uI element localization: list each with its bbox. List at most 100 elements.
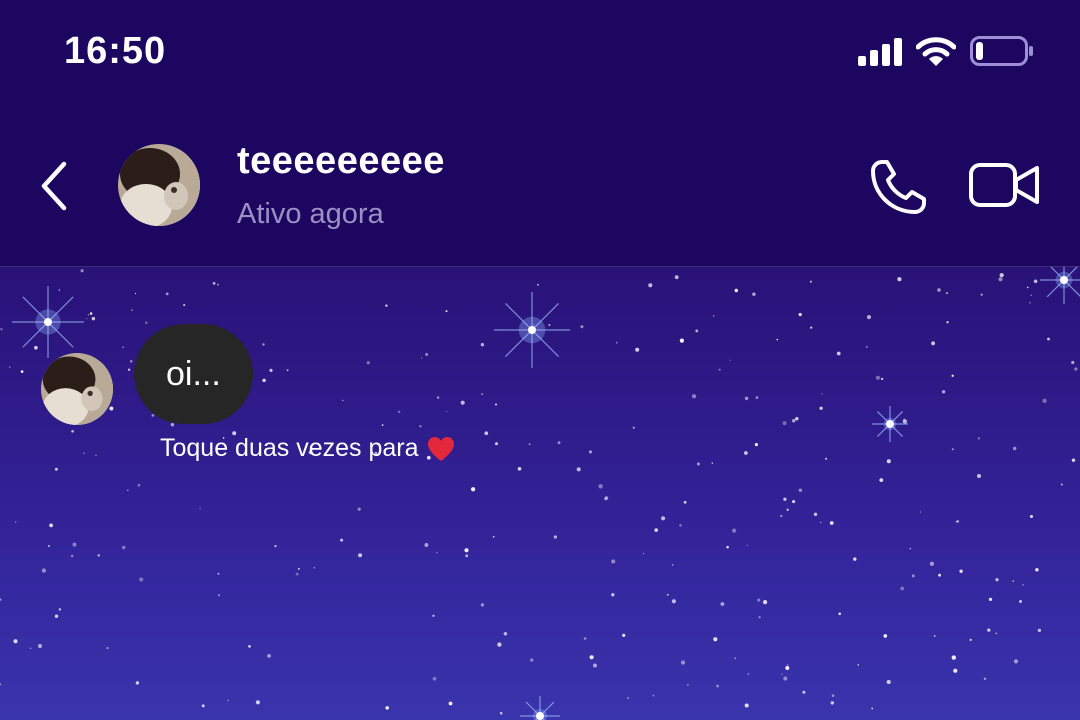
star xyxy=(1035,568,1039,572)
star xyxy=(758,616,761,619)
star xyxy=(598,484,603,489)
back-chevron-icon[interactable] xyxy=(36,160,72,212)
battery-icon xyxy=(970,36,1033,66)
star xyxy=(212,282,216,285)
star xyxy=(72,542,77,547)
star xyxy=(135,681,140,685)
star xyxy=(497,642,502,647)
star xyxy=(911,574,915,578)
status-time: 16:50 xyxy=(64,30,167,72)
star xyxy=(919,511,922,513)
star xyxy=(54,614,59,618)
star xyxy=(1033,279,1038,284)
star xyxy=(951,374,954,377)
star xyxy=(122,346,125,349)
star xyxy=(137,483,141,487)
star xyxy=(946,321,949,324)
star xyxy=(131,309,133,311)
star xyxy=(248,645,251,648)
star xyxy=(95,454,97,457)
heart-icon xyxy=(427,436,454,461)
star xyxy=(792,500,796,504)
star xyxy=(977,474,981,478)
star xyxy=(1012,580,1015,582)
star xyxy=(786,664,789,666)
star xyxy=(782,421,787,426)
star xyxy=(671,599,676,604)
star xyxy=(680,660,686,665)
video-camera-icon[interactable] xyxy=(968,160,1042,210)
phone-icon[interactable] xyxy=(866,156,930,216)
star xyxy=(425,352,429,356)
star xyxy=(642,552,645,555)
star xyxy=(795,417,799,421)
star xyxy=(679,524,682,527)
avatar-image xyxy=(118,144,200,226)
star xyxy=(494,403,498,406)
contact-avatar[interactable] xyxy=(118,144,200,226)
star xyxy=(959,569,963,573)
star xyxy=(1037,628,1042,633)
star xyxy=(611,593,615,597)
star xyxy=(274,544,277,548)
star xyxy=(734,288,739,293)
star xyxy=(987,628,991,632)
star xyxy=(503,631,508,636)
star xyxy=(995,632,997,635)
star xyxy=(1060,483,1063,486)
star xyxy=(262,378,266,383)
star xyxy=(798,312,802,317)
star xyxy=(744,451,748,455)
star xyxy=(886,459,891,464)
star xyxy=(988,597,993,602)
star xyxy=(627,696,630,700)
star xyxy=(217,572,220,575)
star xyxy=(58,608,62,611)
star xyxy=(9,366,11,368)
star xyxy=(902,419,908,424)
star xyxy=(480,603,485,607)
star xyxy=(883,634,888,638)
star xyxy=(938,573,941,577)
star xyxy=(548,324,551,326)
star xyxy=(900,586,905,591)
star xyxy=(983,677,987,680)
star xyxy=(366,361,370,365)
star xyxy=(583,637,587,640)
star-flare xyxy=(872,406,908,442)
star xyxy=(810,326,813,329)
star xyxy=(951,448,954,451)
star xyxy=(762,599,768,605)
star xyxy=(106,647,109,650)
star xyxy=(145,321,148,324)
star-flare xyxy=(494,292,570,368)
star xyxy=(687,684,689,686)
star xyxy=(718,368,721,371)
star xyxy=(831,694,835,697)
star xyxy=(857,664,860,666)
star xyxy=(695,329,699,333)
star xyxy=(313,567,316,569)
star xyxy=(432,676,437,681)
star xyxy=(397,410,401,414)
star xyxy=(752,292,756,296)
star xyxy=(809,280,812,283)
star xyxy=(85,317,88,320)
star xyxy=(875,375,880,380)
star xyxy=(729,359,731,362)
star xyxy=(1071,458,1076,462)
star xyxy=(746,544,748,546)
contact-name[interactable]: teeeeeeeee xyxy=(237,140,445,183)
star xyxy=(381,424,384,427)
star xyxy=(661,516,666,521)
star xyxy=(470,487,476,492)
star xyxy=(357,507,361,511)
message-bubble[interactable]: oi... xyxy=(134,324,253,424)
star xyxy=(1019,600,1022,603)
star xyxy=(297,568,300,570)
star xyxy=(183,304,186,307)
star xyxy=(71,429,74,433)
contact-status: Ativo agora xyxy=(237,198,384,230)
star-flare xyxy=(12,286,84,358)
star xyxy=(29,647,32,650)
